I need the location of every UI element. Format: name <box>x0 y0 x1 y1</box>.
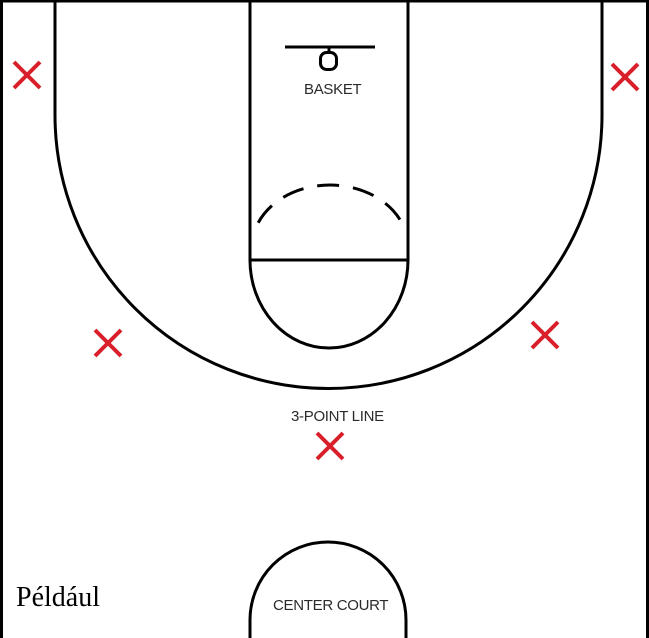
x-mark-icon-top-of-key <box>315 431 345 461</box>
center-court-label: CENTER COURT <box>273 597 388 614</box>
free-throw-lane <box>248 0 410 262</box>
basket-label: BASKET <box>304 81 362 98</box>
x-mark-icon-right-wing <box>530 320 560 350</box>
x-mark-icon-left-wing <box>93 328 123 358</box>
three-point-line-label: 3-POINT LINE <box>291 408 384 425</box>
caption-text: Például <box>16 582 100 613</box>
three-point-line <box>53 0 604 390</box>
basket-rim <box>319 51 338 71</box>
center-court-circle <box>248 540 408 638</box>
x-mark-icon-left-corner <box>12 60 42 90</box>
x-mark-icon-right-corner <box>610 62 640 92</box>
basketball-half-court: BASKET 3-POINT LINE CENTER COURT <box>0 0 649 638</box>
free-throw-circle-solid <box>248 259 410 350</box>
free-throw-circle-dashed <box>253 183 407 231</box>
